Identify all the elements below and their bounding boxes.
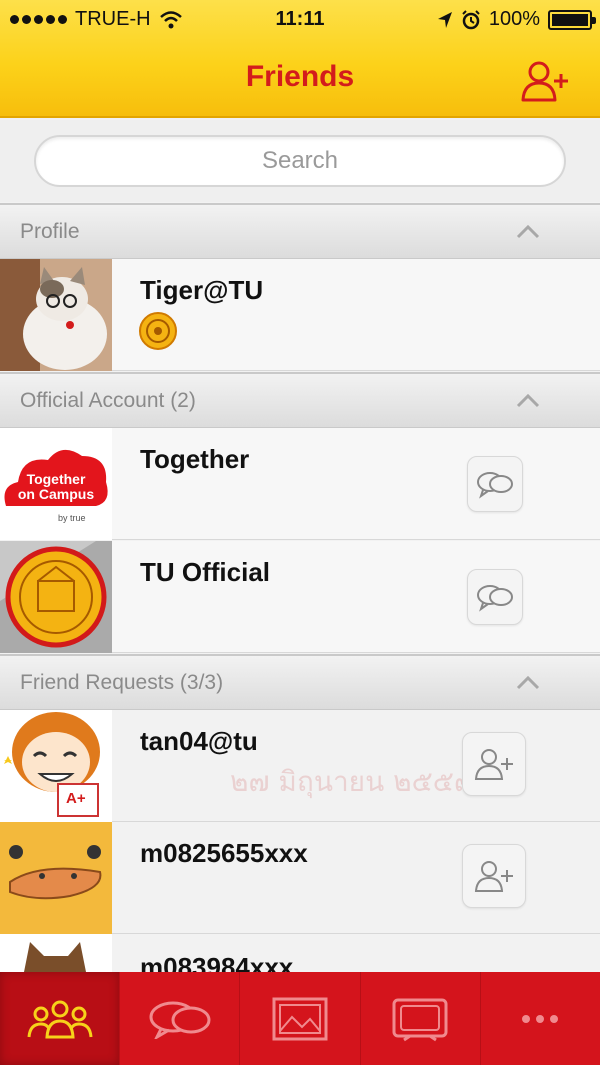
profile-name: Tiger@TU xyxy=(140,275,264,305)
tab-chats[interactable] xyxy=(120,972,241,1065)
chevron-up-icon xyxy=(516,393,540,408)
top-bar: TRUE-H 11:11 100% Friends xyxy=(0,0,600,118)
more-icon xyxy=(522,1014,559,1023)
chat-button[interactable] xyxy=(467,456,523,512)
accept-friend-button[interactable] xyxy=(462,844,526,908)
avatar-label: on Campus xyxy=(17,486,95,502)
add-friend-icon xyxy=(474,749,513,780)
photo-icon xyxy=(272,997,328,1040)
accept-friend-button[interactable] xyxy=(462,732,526,796)
tab-friends[interactable] xyxy=(0,972,121,1065)
avatar xyxy=(0,822,112,934)
avatar xyxy=(0,541,112,653)
profile-row[interactable]: Tiger@TU xyxy=(0,259,600,371)
chat-bubble-icon xyxy=(477,585,513,612)
add-friend-button[interactable] xyxy=(520,60,570,102)
location-arrow-icon xyxy=(437,11,452,28)
chevron-up-icon xyxy=(516,675,540,690)
avatar: Together on Campus by true xyxy=(0,428,112,540)
sticker-text: A+ xyxy=(66,790,86,807)
section-label: Friend Requests (3/3) xyxy=(20,671,224,694)
tab-bar xyxy=(0,972,600,1065)
alarm-icon xyxy=(462,9,480,29)
battery-icon xyxy=(548,9,596,30)
chevron-up-icon xyxy=(516,224,540,239)
search-input[interactable]: Search xyxy=(34,135,566,187)
list-item[interactable]: Together on Campus by true Together xyxy=(0,428,600,540)
search-bar: Search xyxy=(0,120,600,202)
friend-name: tan04@tu xyxy=(140,726,258,756)
chat-bubble-icon xyxy=(477,472,513,499)
page-title: Friends xyxy=(245,60,355,93)
tab-tv[interactable] xyxy=(361,972,481,1065)
status-bar: TRUE-H 11:11 100% xyxy=(0,0,600,40)
tab-more[interactable] xyxy=(481,972,600,1065)
list-item[interactable]: TU Official xyxy=(0,541,600,653)
add-friend-icon xyxy=(474,861,513,892)
section-header-friend-requests[interactable]: Friend Requests (3/3) xyxy=(0,654,600,710)
account-name: Together xyxy=(140,444,250,474)
friend-name: m0825655xxx xyxy=(140,838,308,868)
university-badge-icon xyxy=(139,312,177,350)
tab-photos[interactable] xyxy=(240,972,361,1065)
section-label: Profile xyxy=(20,220,80,243)
account-name: TU Official xyxy=(140,557,271,587)
avatar-brand: by true xyxy=(58,513,86,523)
tv-icon xyxy=(392,998,448,1041)
friend-name: m083984xxx xyxy=(140,952,294,972)
chat-button[interactable] xyxy=(467,569,523,625)
battery-percent: 100% xyxy=(488,8,540,30)
avatar: A+ xyxy=(0,710,112,822)
friends-icon xyxy=(27,1000,93,1038)
list-item[interactable]: m0825655xxx xyxy=(0,822,600,934)
list-item[interactable]: m083984xxx xyxy=(0,934,600,972)
section-label: Official Account (2) xyxy=(20,389,196,412)
add-friend-icon xyxy=(521,61,568,102)
avatar xyxy=(0,934,112,972)
chat-icon xyxy=(149,1001,211,1039)
section-header-profile[interactable]: Profile xyxy=(0,203,600,259)
avatar xyxy=(0,259,112,371)
list-item[interactable]: A+ tan04@tu xyxy=(0,710,600,822)
section-header-official[interactable]: Official Account (2) xyxy=(0,372,600,428)
avatar-label: Together xyxy=(26,471,86,487)
